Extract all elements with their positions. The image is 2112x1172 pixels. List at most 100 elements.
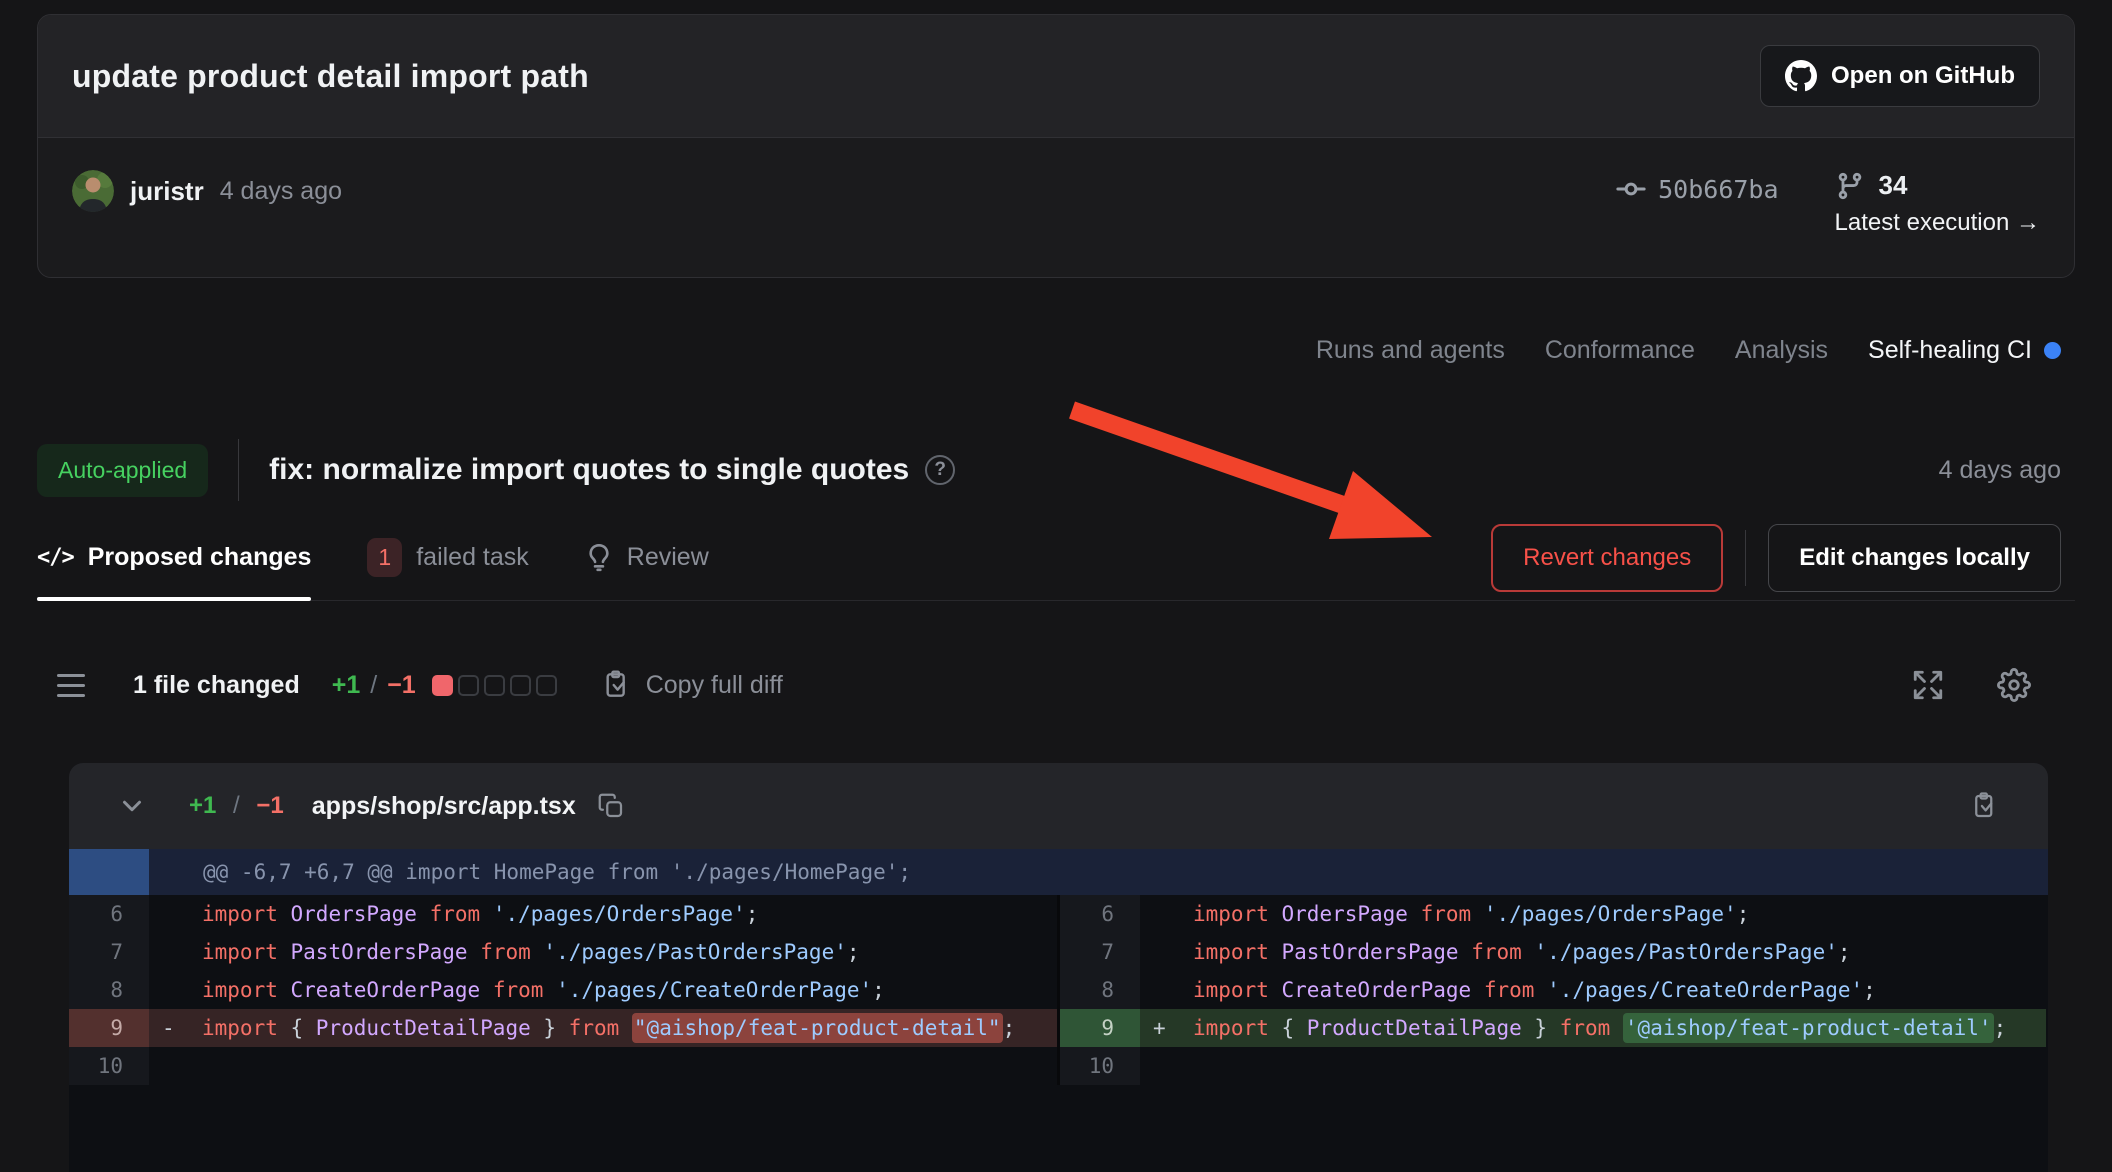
code-line bbox=[1193, 1047, 2046, 1085]
tabs-row: </> Proposed changes 1 failed task Revie… bbox=[37, 515, 2075, 601]
nav-item[interactable]: Self-healing CI bbox=[1868, 336, 2061, 365]
settings-button[interactable] bbox=[1997, 668, 2031, 702]
auto-applied-badge: Auto-applied bbox=[37, 444, 208, 497]
line-number: 6 bbox=[69, 895, 149, 933]
tab-review-label: Review bbox=[627, 543, 709, 572]
file-additions: +1 bbox=[189, 792, 216, 819]
notification-dot bbox=[2044, 342, 2061, 359]
line-number: 9 bbox=[1060, 1009, 1140, 1047]
code-line: import { ProductDetailPage } from '@aish… bbox=[1193, 1009, 2046, 1047]
nav-item[interactable]: Runs and agents bbox=[1316, 336, 1505, 365]
executions-count-value: 34 bbox=[1879, 170, 1908, 201]
hunk-gutter bbox=[69, 849, 149, 895]
diff-row: 6import OrdersPage from './pages/OrdersP… bbox=[1060, 895, 2046, 933]
diff-marker bbox=[1153, 971, 1193, 1009]
file-path: apps/shop/src/app.tsx bbox=[312, 792, 576, 821]
commit-title: update product detail import path bbox=[72, 58, 589, 95]
git-commit-icon bbox=[1616, 174, 1646, 204]
diff-toolbar: 1 file changed +1 / −1 Copy full diff bbox=[37, 661, 2075, 709]
executions-count[interactable]: 34 bbox=[1835, 170, 1908, 201]
copy-icon bbox=[596, 791, 626, 821]
diff-row: 8 import CreateOrderPage from './pages/Cr… bbox=[1060, 971, 2046, 1009]
diff-pane-old: 6 import OrdersPage from './pages/OrdersP… bbox=[69, 895, 1057, 1085]
code-line: import CreateOrderPage from './pages/Cre… bbox=[1193, 971, 2046, 1009]
top-nav: Runs and agents Conformance Analysis Self-h… bbox=[37, 336, 2075, 365]
lightbulb-icon bbox=[585, 544, 613, 572]
avatar-image bbox=[72, 170, 114, 212]
edit-changes-locally-button[interactable]: Edit changes locally bbox=[1768, 524, 2061, 592]
tab-proposed-changes[interactable]: </> Proposed changes bbox=[37, 515, 311, 600]
hunk-text: @@ -6,7 +6,7 @@ import HomePage from './… bbox=[149, 860, 911, 884]
diff-marker bbox=[1153, 933, 1193, 971]
fix-title: fix: normalize import quotes to single q… bbox=[269, 453, 909, 487]
revert-changes-button[interactable]: Revert changes bbox=[1491, 524, 1723, 592]
file-deletions: −1 bbox=[256, 792, 283, 819]
open-on-github-label: Open on GitHub bbox=[1831, 62, 2015, 90]
hunk-header: @@ -6,7 +6,7 @@ import HomePage from './… bbox=[69, 849, 2048, 895]
diff-marker bbox=[1153, 1047, 1193, 1085]
open-on-github-button[interactable]: Open on GitHub bbox=[1760, 45, 2040, 107]
divider bbox=[238, 439, 239, 501]
diff-row: 7 import PastOrdersPage from './pages/Pas… bbox=[69, 933, 1057, 971]
file-stat-separator: / bbox=[233, 792, 240, 819]
code-line: import PastOrdersPage from './pages/Past… bbox=[202, 933, 1057, 971]
help-icon[interactable]: ? bbox=[925, 455, 955, 485]
line-number: 10 bbox=[1060, 1047, 1140, 1085]
copy-full-diff-button[interactable]: Copy full diff bbox=[601, 669, 783, 701]
code-line: import CreateOrderPage from './pages/Cre… bbox=[202, 971, 1057, 1009]
code-line bbox=[202, 1047, 1057, 1085]
stat-separator: / bbox=[370, 671, 377, 700]
commit-time: 4 days ago bbox=[220, 177, 342, 206]
diff-stat-block bbox=[536, 675, 557, 696]
tab-failed-task-label: failed task bbox=[416, 543, 529, 572]
expand-icon bbox=[1911, 668, 1945, 702]
tab-proposed-changes-label: Proposed changes bbox=[88, 543, 312, 572]
additions-count: +1 bbox=[332, 671, 361, 700]
diff-marker: + bbox=[1153, 1009, 1193, 1047]
diff-row: 7import PastOrdersPage from './pages/Pas… bbox=[1060, 933, 2046, 971]
copy-file-diff-button[interactable] bbox=[1970, 791, 2000, 821]
diff-marker: - bbox=[162, 1009, 202, 1047]
file-list-menu-icon[interactable] bbox=[57, 674, 85, 697]
diff-blocks bbox=[432, 675, 557, 696]
diff-marker bbox=[162, 1047, 202, 1085]
diff-marker bbox=[162, 971, 202, 1009]
copy-path-button[interactable] bbox=[596, 791, 626, 821]
diff-row: 9-import { ProductDetailPage } from "@ai… bbox=[69, 1009, 1057, 1047]
code-line: import OrdersPage from './pages/OrdersPa… bbox=[202, 895, 1057, 933]
diff-pane-new: 6import OrdersPage from './pages/OrdersP… bbox=[1060, 895, 2046, 1085]
tab-failed-task[interactable]: 1 failed task bbox=[367, 515, 528, 600]
diff-card: +1 / −1 apps/shop/src/app.tsx @@ -6,7 +6… bbox=[69, 763, 2048, 1172]
diff-marker bbox=[162, 933, 202, 971]
diff-row: 9 +import { ProductDetailPage } from '@ai… bbox=[1060, 1009, 2046, 1047]
diff-row: 10 bbox=[69, 1047, 1057, 1085]
file-header: +1 / −1 apps/shop/src/app.tsx bbox=[69, 763, 2048, 849]
divider bbox=[1745, 530, 1746, 586]
nav-item[interactable]: Analysis bbox=[1735, 336, 1828, 365]
nav-item[interactable]: Conformance bbox=[1545, 336, 1695, 365]
code-icon: </> bbox=[37, 545, 74, 570]
tab-review[interactable]: Review bbox=[585, 515, 709, 600]
expand-button[interactable] bbox=[1911, 668, 1945, 702]
clipboard-diff-icon bbox=[1970, 791, 2000, 821]
author-name[interactable]: juristr bbox=[130, 176, 204, 207]
deletions-count: −1 bbox=[387, 671, 416, 700]
line-number: 8 bbox=[69, 971, 149, 1009]
diff-stat-block bbox=[484, 675, 505, 696]
copy-full-diff-label: Copy full diff bbox=[646, 671, 783, 700]
git-branch-icon bbox=[1835, 171, 1865, 201]
fix-time: 4 days ago bbox=[1939, 456, 2075, 485]
collapse-file-button[interactable] bbox=[117, 791, 147, 821]
clipboard-icon bbox=[601, 669, 633, 701]
diff-stat-block bbox=[432, 675, 453, 696]
avatar[interactable] bbox=[72, 170, 114, 212]
diff-stat-block bbox=[510, 675, 531, 696]
latest-execution-link[interactable]: Latest execution → bbox=[1835, 209, 2040, 237]
code-line: import OrdersPage from './pages/OrdersPa… bbox=[1193, 895, 2046, 933]
fix-header: Auto-applied fix: normalize import quote… bbox=[37, 439, 2075, 501]
chevron-down-icon bbox=[117, 791, 147, 821]
line-number: 7 bbox=[69, 933, 149, 971]
commit-sha[interactable]: 50b667ba bbox=[1616, 174, 1778, 204]
line-number: 8 bbox=[1060, 971, 1140, 1009]
line-number: 9 bbox=[69, 1009, 149, 1047]
